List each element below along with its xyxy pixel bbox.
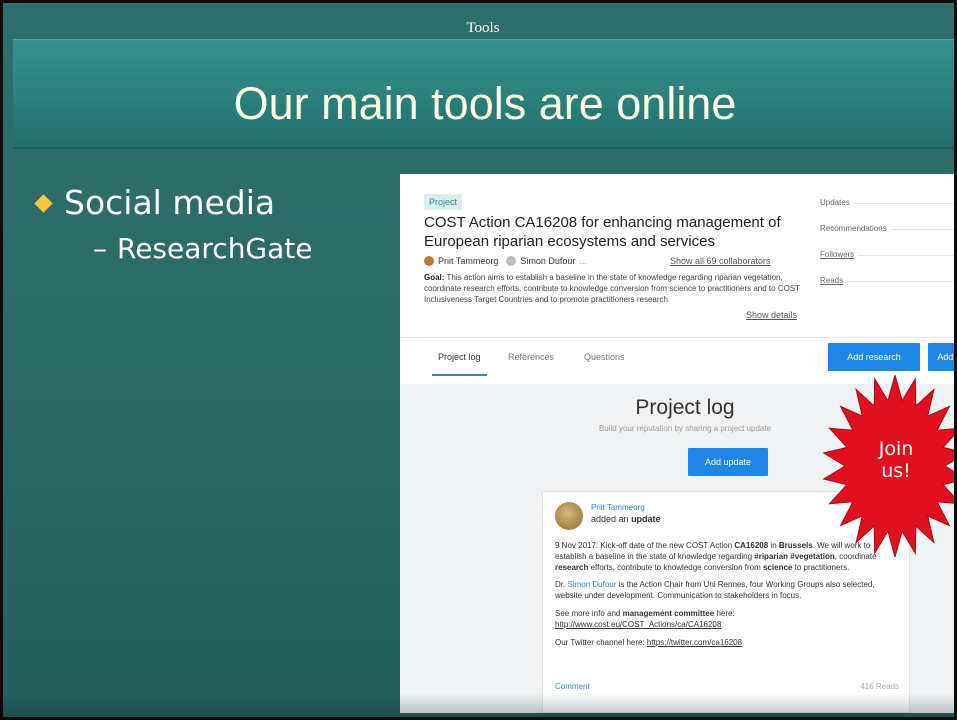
- bullet-item: Social media: [33, 183, 393, 223]
- callout-line: Join: [878, 438, 914, 460]
- cost-url-link[interactable]: http://www.cost.eu/COST_Actions/ca/CA162…: [555, 620, 721, 629]
- tab-project-log[interactable]: Project log: [432, 338, 487, 376]
- post-action-bold: update: [631, 514, 661, 524]
- stat-divider: [890, 229, 954, 230]
- project-tag: Project: [424, 194, 463, 210]
- slide: Tools Our main tools are online Social m…: [0, 0, 957, 720]
- sub-bullet-text: ResearchGate: [117, 232, 313, 265]
- avatar: [506, 256, 517, 266]
- project-tabs: Project log References Questions Add res…: [400, 337, 954, 377]
- post-text: Our Twitter channel here:: [555, 637, 645, 647]
- post-paragraph: Our Twitter channel here: https://twitte…: [555, 638, 901, 649]
- avatar: [555, 502, 583, 530]
- project-goal: Goal: This action aims to establish a ba…: [424, 272, 800, 305]
- twitter-url-link[interactable]: https://twitter.com/ca16208: [647, 638, 742, 647]
- reads-link[interactable]: Reads: [820, 276, 843, 285]
- stat-divider: [858, 255, 954, 256]
- stat-row: Updates: [820, 198, 954, 224]
- tab-references[interactable]: References: [508, 338, 554, 376]
- add-more-button[interactable]: Add r: [928, 343, 954, 371]
- avatar: [424, 256, 434, 266]
- diamond-bullet-icon: [34, 193, 53, 213]
- callout-line: us!: [881, 460, 911, 482]
- add-research-button[interactable]: Add research: [828, 343, 920, 371]
- post-text: to practitioners.: [794, 562, 850, 572]
- stat-label: Updates: [820, 198, 850, 207]
- post-text: in: [770, 541, 777, 550]
- post-author-link[interactable]: Priit Tammeorg: [591, 503, 645, 512]
- post-text: See more info and: [555, 608, 621, 618]
- tab-questions[interactable]: Questions: [584, 338, 625, 376]
- post-text: 9 Nov 2017: Kick-off date of the new COS…: [555, 541, 733, 550]
- goal-text: This action aims to establish a baseline…: [424, 273, 800, 304]
- followers-link[interactable]: Followers: [820, 250, 854, 259]
- mention-link[interactable]: Simon Dufour: [567, 580, 616, 589]
- project-header: Project COST Action CA16208 for enhancin…: [400, 174, 954, 384]
- bottom-decoration: [3, 693, 954, 717]
- section-label: Tools: [466, 20, 500, 36]
- post-text-bold: research: [555, 562, 589, 572]
- project-people: Priit Tammeorg Simon Dufour ...: [424, 256, 587, 266]
- stat-divider: [847, 281, 954, 282]
- project-title: COST Action CA16208 for enhancing manage…: [424, 214, 781, 250]
- person-link[interactable]: Priit Tammeorg: [438, 256, 498, 266]
- project-stats: Updates Recommendations Followers Reads: [820, 198, 954, 302]
- post-paragraph: See more info and management committee h…: [555, 609, 901, 631]
- stat-label: Recommendations: [820, 224, 887, 233]
- reads-count: 416 Reads: [860, 682, 899, 691]
- stat-row: Reads: [820, 276, 954, 302]
- post-action-text: added an: [591, 514, 629, 524]
- add-update-button[interactable]: Add update: [688, 448, 768, 476]
- post-text: Dr.: [555, 580, 566, 590]
- show-details-link[interactable]: Show details: [746, 310, 797, 320]
- post-text: efforts, contribute to knowledge convers…: [590, 562, 761, 572]
- post-text-bold: management committee: [622, 608, 715, 618]
- goal-label: Goal:: [424, 273, 445, 282]
- post-action: added an update: [591, 514, 661, 524]
- post-text-bold: CA16208: [734, 541, 769, 550]
- bullet-text: Social media: [64, 183, 276, 222]
- show-collaborators-link[interactable]: Show all 69 collaborators: [670, 256, 771, 266]
- post-text-bold: science: [763, 562, 793, 572]
- stat-row: Followers: [820, 250, 954, 276]
- post-paragraph: Dr. Simon Dufour is the Action Chair fro…: [555, 580, 901, 602]
- post-body: 9 Nov 2017: Kick-off date of the new COS…: [555, 541, 901, 655]
- post-text-bold: Brussels: [778, 541, 813, 550]
- bullet-list: Social media – ResearchGate: [33, 183, 393, 275]
- stat-divider: [853, 203, 954, 204]
- title-bar: Our main tools are online: [13, 39, 954, 149]
- person-link[interactable]: Simon Dufour: [520, 256, 575, 266]
- slide-title: Our main tools are online: [233, 78, 737, 129]
- sub-bullet-item: – ResearchGate: [93, 223, 393, 275]
- stat-row: Recommendations: [820, 224, 954, 250]
- more-people: ...: [579, 256, 587, 266]
- comment-link[interactable]: Comment: [555, 682, 590, 691]
- join-us-callout: Join us!: [856, 438, 936, 482]
- dash-bullet-icon: –: [93, 232, 107, 265]
- post-text: here:: [716, 608, 735, 618]
